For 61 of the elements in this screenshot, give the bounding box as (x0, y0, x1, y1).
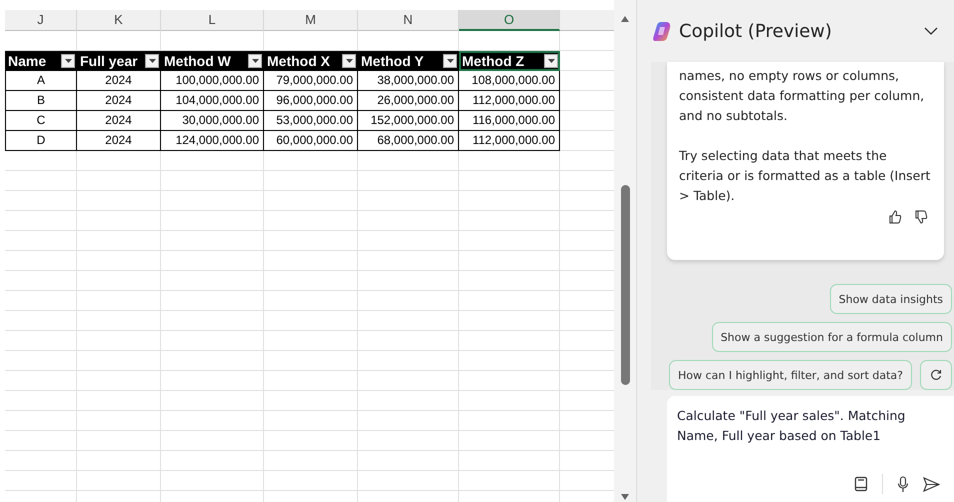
filter-dropdown-icon[interactable] (61, 54, 75, 68)
scrollbar-thumb[interactable] (621, 185, 630, 385)
message-text: Try selecting data that meets the criteria or is formatted as a table (Insert > Table). (679, 147, 932, 205)
table-cell: 38,000,000.00 (358, 71, 459, 91)
refresh-icon (930, 369, 942, 381)
thumbs-down-icon[interactable] (914, 210, 928, 224)
table-cell: 152,000,000.00 (358, 111, 459, 131)
table-cell: 124,000,000.00 (161, 131, 264, 151)
table-cell: 96,000,000.00 (264, 91, 358, 111)
table-header: Method Z (462, 53, 524, 69)
filter-dropdown-icon[interactable] (443, 54, 457, 68)
filter-dropdown-icon[interactable] (342, 54, 356, 68)
table-cell: 2024 (77, 91, 161, 111)
table-header: Full year (80, 53, 138, 69)
pane-title: Copilot (Preview) (679, 20, 833, 42)
table-cell: B (5, 91, 77, 111)
column-header[interactable]: O (459, 10, 560, 31)
table-cell: C (5, 111, 77, 131)
table-cell: 2024 (77, 71, 161, 91)
column-header[interactable]: K (77, 10, 161, 31)
table-cell: 108,000,000.00 (459, 71, 560, 91)
message-text: names, no empty rows or columns, consistent data formatting per column, and no subtotals. (679, 67, 926, 125)
table-cell: 112,000,000.00 (459, 131, 560, 151)
column-header[interactable]: M (264, 10, 358, 31)
filter-dropdown-icon[interactable] (544, 54, 558, 68)
table-header: Method W (164, 53, 231, 69)
table-cell: 79,000,000.00 (264, 71, 358, 91)
suggestion-chip[interactable]: Show a suggestion for a formula column (712, 322, 952, 352)
table-cell: 26,000,000.00 (358, 91, 459, 111)
table-cell: 30,000,000.00 (161, 111, 264, 131)
table-cell: 116,000,000.00 (459, 111, 560, 131)
table-cell: 112,000,000.00 (459, 91, 560, 111)
column-header[interactable]: J (5, 10, 77, 31)
table-cell: 104,000,000.00 (161, 91, 264, 111)
filter-dropdown-icon[interactable] (248, 54, 262, 68)
suggestion-chip[interactable]: How can I highlight, filter, and sort data? (668, 360, 912, 390)
table-cell: 60,000,000.00 (264, 131, 358, 151)
chevron-down-icon[interactable] (924, 27, 938, 35)
send-icon[interactable] (923, 476, 940, 492)
table-cell: 2024 (77, 131, 161, 151)
column-header[interactable]: L (161, 10, 264, 31)
filter-dropdown-icon[interactable] (145, 54, 159, 68)
table-cell: 2024 (77, 111, 161, 131)
table-cell: 68,000,000.00 (358, 131, 459, 151)
scroll-up-icon[interactable] (621, 16, 629, 22)
microphone-icon[interactable] (897, 476, 909, 492)
table-header: Method Y (361, 53, 424, 69)
copilot-logo-icon (651, 20, 673, 42)
vertical-scrollbar[interactable] (614, 0, 637, 502)
table-cell: 100,000,000.00 (161, 71, 264, 91)
refresh-button[interactable] (920, 360, 952, 390)
thumbs-up-icon[interactable] (888, 210, 902, 224)
prompt-input-field[interactable]: Calculate "Full year sales". Matching Name, Full year based on Table1 (667, 396, 954, 502)
table-cell: 53,000,000.00 (264, 111, 358, 131)
scroll-down-icon[interactable] (621, 494, 629, 500)
table-cell: A (5, 71, 77, 91)
suggestion-chip[interactable]: Show data insights (830, 284, 952, 314)
table-header: Name (8, 53, 46, 69)
table-cell: D (5, 131, 77, 151)
book-icon[interactable] (854, 476, 868, 492)
table-header: Method X (267, 53, 330, 69)
